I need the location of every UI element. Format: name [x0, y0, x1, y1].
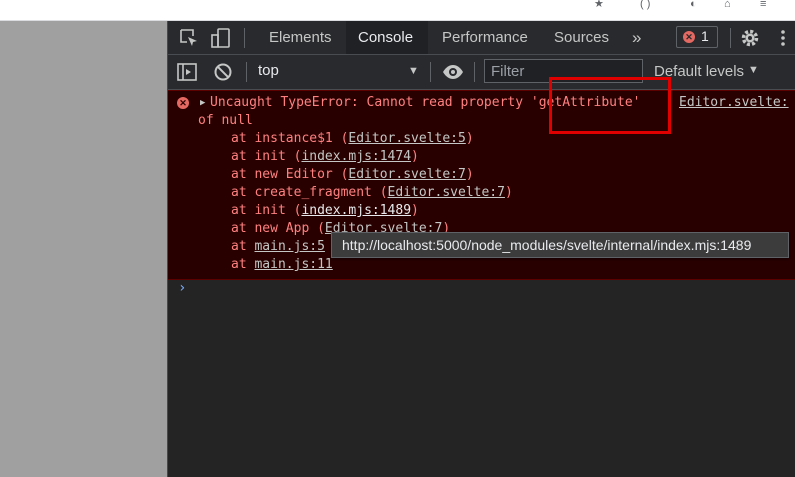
star-icon[interactable]: ★ — [594, 0, 604, 10]
tab-elements[interactable]: Elements — [257, 21, 344, 54]
error-message-text: Uncaught TypeError: Cannot read property — [210, 95, 531, 110]
stack-frame-link-hovered[interactable]: index.mjs:1489 — [301, 203, 411, 218]
home-icon[interactable]: ⌂ — [724, 0, 731, 10]
inspect-element-icon[interactable] — [178, 27, 200, 49]
settings-gear-icon[interactable] — [739, 27, 761, 49]
stack-frame: at main.js:5 — [231, 239, 325, 254]
stack-frame-link[interactable]: Editor.svelte:7 — [348, 167, 465, 182]
error-count-badge[interactable]: ✕ 1 — [676, 26, 718, 48]
sidebar-toggle-icon[interactable] — [176, 61, 198, 83]
stack-frame-link[interactable]: index.mjs:1474 — [301, 149, 411, 164]
devtools-panel: Elements Console Performance Sources » ✕… — [167, 21, 795, 477]
menu-icon[interactable]: ≡ — [760, 0, 766, 10]
browser-toolbar-strip: ★ ( ) ◐ ⌂ ≡ — [0, 0, 795, 21]
stack-frame: at instance$1 (Editor.svelte:5) — [231, 131, 474, 146]
stack-frame: at main.js:11 — [231, 257, 333, 272]
tab-sources[interactable]: Sources — [542, 21, 621, 54]
error-message-tail: of null — [198, 113, 253, 128]
stack-frame-link[interactable]: main.js:11 — [254, 257, 332, 272]
stack-frame: at init (index.mjs:1489) — [231, 203, 419, 218]
error-circle-icon: ✕ — [177, 97, 189, 109]
highlight-annotation-box — [549, 77, 671, 134]
expand-triangle-icon[interactable]: ▶ — [200, 97, 205, 109]
toolbar-divider-2 — [430, 62, 431, 82]
devtools-tabbar: Elements Console Performance Sources » ✕… — [168, 21, 795, 55]
stack-frame-link[interactable]: main.js:5 — [254, 239, 324, 254]
error-icon: ✕ — [683, 31, 695, 43]
stack-frame-link[interactable]: Editor.svelte:5 — [348, 131, 465, 146]
levels-dropdown-arrow-icon[interactable]: ▼ — [748, 64, 759, 76]
live-expression-eye-icon[interactable] — [442, 61, 464, 83]
tabbar-divider — [244, 28, 245, 48]
stack-frame: at new Editor (Editor.svelte:7) — [231, 167, 474, 182]
error-count: 1 — [701, 28, 709, 44]
tab-performance[interactable]: Performance — [430, 21, 540, 54]
device-toggle-icon[interactable] — [210, 27, 232, 49]
extension-icon[interactable]: ( ) — [640, 0, 650, 10]
context-dropdown-arrow-icon[interactable]: ▼ — [408, 65, 419, 77]
clear-console-icon[interactable] — [212, 61, 234, 83]
context-selector[interactable]: top — [258, 62, 279, 79]
toolbar-divider-3 — [474, 62, 475, 82]
more-options-icon[interactable] — [772, 27, 794, 49]
more-tabs-button[interactable]: » — [620, 21, 653, 54]
stack-frame: at init (index.mjs:1474) — [231, 149, 419, 164]
profile-icon[interactable]: ◐ — [690, 0, 697, 10]
stack-frame: at create_fragment (Editor.svelte:7) — [231, 185, 513, 200]
tabbar-divider-right — [730, 28, 731, 48]
tab-console[interactable]: Console — [346, 21, 428, 54]
toolbar-divider — [246, 62, 247, 82]
link-url-tooltip: http://localhost:5000/node_modules/svelt… — [331, 232, 789, 258]
console-prompt-chevron-icon[interactable]: › — [178, 280, 186, 296]
page-viewport — [0, 21, 167, 477]
console-toolbar: top ▼ Filter Default levels ▼ — [168, 55, 795, 90]
stack-frame-link[interactable]: Editor.svelte:7 — [388, 185, 505, 200]
error-source-link[interactable]: Editor.svelte: — [679, 94, 789, 112]
